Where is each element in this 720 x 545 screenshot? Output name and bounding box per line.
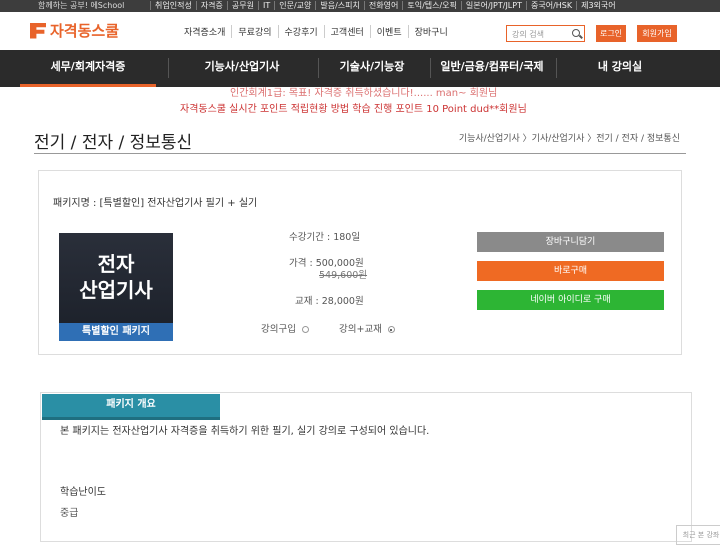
nav-free-lectures[interactable]: 무료강의: [231, 24, 277, 38]
search-icon[interactable]: [572, 29, 580, 37]
thumbnail-tag: 특별할인 패키지: [59, 323, 173, 341]
package-original-price: 549,600원: [319, 270, 368, 281]
category-tax-accounting[interactable]: 세무/회계자격증: [20, 50, 156, 87]
nav-events[interactable]: 이벤트: [369, 24, 408, 38]
top-link-phone-english[interactable]: 전화영어: [363, 1, 403, 10]
title-divider: [34, 153, 686, 154]
header-nav: 자격증소개 무료강의 수강후기 고객센터 이벤트 장바구니: [178, 12, 454, 50]
package-thumbnail: 전자 산업기사 특별할인 패키지: [59, 233, 173, 341]
main-category-nav: 세무/회계자격증 기능사/산업기사 기술사/기능장 일반/금융/컴퓨터/국제 내…: [0, 50, 720, 87]
buy-now-button[interactable]: 바로구매: [477, 261, 664, 281]
package-textbook-price: 교재 : 28,000원: [295, 296, 364, 307]
top-link-it[interactable]: IT: [258, 1, 275, 10]
logo-mark-icon: [30, 22, 46, 39]
option-lecture[interactable]: 강의구입: [261, 321, 309, 335]
top-utility-bar: 함께하는 공부! 에School 취업인적성 자격증 공무원 IT 인문/교양 발음/스피…: [0, 0, 720, 12]
join-button[interactable]: 회원가입: [637, 25, 677, 42]
package-period: 수강기간 : 180일: [289, 232, 361, 243]
add-to-cart-button[interactable]: 장바구니담기: [477, 232, 664, 252]
site-logo[interactable]: 자격동스쿨: [30, 20, 119, 41]
package-name: 패키지명 : [특별할인] 전자산업기사 필기 + 실기: [53, 198, 258, 209]
breadcrumb[interactable]: 기능사/산업기사 〉기사/산업기사 〉전기 / 전자 / 정보통신: [459, 131, 680, 144]
top-link-toeic[interactable]: 토익/텝스/오픽: [402, 1, 461, 10]
top-link-humanities[interactable]: 인문/교양: [274, 1, 316, 10]
top-link-japanese[interactable]: 일본어/JPT/JLPT: [460, 1, 526, 10]
top-link-other-lang[interactable]: 제3외국어: [576, 1, 620, 10]
top-link-civil[interactable]: 공무원: [226, 1, 258, 10]
site-header: 자격동스쿨 자격증소개 무료강의 수강후기 고객센터 이벤트 장바구니 강의 검…: [0, 12, 720, 50]
thumbnail-line-1: 전자: [97, 252, 135, 276]
ticker-line-1: 인간회계1급: 목표! 자격증 취득하셨습니다!...... man~ 회원님: [230, 88, 498, 99]
nav-divider: [556, 58, 557, 78]
package-description: 본 패키지는 전자산업기사 자격증을 취득하기 위한 필기, 실기 강의로 구성…: [60, 426, 430, 437]
option-lecture-label: 강의구입: [261, 324, 296, 335]
option-lecture-book-label: 강의+교재: [339, 324, 382, 335]
category-my-classroom[interactable]: 내 강의실: [560, 50, 680, 87]
search-input[interactable]: 강의 검색: [506, 25, 585, 42]
naver-buy-button[interactable]: 네이버 아이디로 구매: [477, 290, 664, 310]
difficulty-label: 학습난이도: [60, 487, 106, 498]
top-link-speech[interactable]: 발음/스피치: [315, 1, 364, 10]
page-title: 전기 / 전자 / 정보통신: [34, 133, 193, 153]
category-craftsman[interactable]: 기능사/산업기사: [172, 50, 312, 87]
thumbnail-line-2: 산업기사: [79, 278, 153, 302]
login-button[interactable]: 로그인: [596, 25, 626, 42]
top-link-chinese[interactable]: 중국어/HSK: [525, 1, 577, 10]
package-detail-box: 패키지명 : [특별할인] 전자산업기사 필기 + 실기 전자 산업기사 특별할…: [38, 170, 682, 355]
search-placeholder: 강의 검색: [512, 30, 544, 39]
top-link-job[interactable]: 취업인적성: [150, 1, 196, 10]
nav-cart[interactable]: 장바구니: [407, 24, 454, 38]
option-lecture-book-radio[interactable]: [387, 326, 395, 333]
nav-reviews[interactable]: 수강후기: [277, 24, 324, 38]
option-lecture-book[interactable]: 강의+교재: [339, 321, 395, 335]
nav-divider: [318, 58, 319, 78]
recent-viewed-widget[interactable]: 최근 본 강좌: [676, 525, 720, 545]
top-links: 취업인적성 자격증 공무원 IT 인문/교양 발음/스피치 전화영어 토익/텝스/오픽 일본어/…: [150, 0, 620, 12]
ticker-line-2: 자격동스쿨 실시간 포인트 적립현황 방법 학습 진행 포인트 10 Point…: [180, 104, 527, 115]
tab-package-overview[interactable]: 패키지 개요: [42, 394, 220, 420]
top-link-cert[interactable]: 자격증: [195, 1, 227, 10]
category-general[interactable]: 일반/금융/컴퓨터/국제: [432, 50, 552, 87]
nav-support[interactable]: 고객센터: [323, 24, 370, 38]
difficulty-value: 중급: [60, 508, 79, 519]
top-slogan: 함께하는 공부! 에School: [38, 1, 125, 10]
thumbnail-title: 전자 산업기사: [59, 251, 173, 303]
category-engineer[interactable]: 기술사/기능장: [322, 50, 422, 87]
logo-text: 자격동스쿨: [50, 23, 120, 40]
nav-divider: [430, 58, 431, 78]
nav-cert-intro[interactable]: 자격증소개: [178, 25, 231, 38]
option-lecture-radio[interactable]: [301, 326, 309, 333]
notice-ticker: 인간회계1급: 목표! 자격증 취득하셨습니다!...... man~ 회원님 …: [0, 87, 720, 115]
nav-divider: [168, 58, 169, 78]
